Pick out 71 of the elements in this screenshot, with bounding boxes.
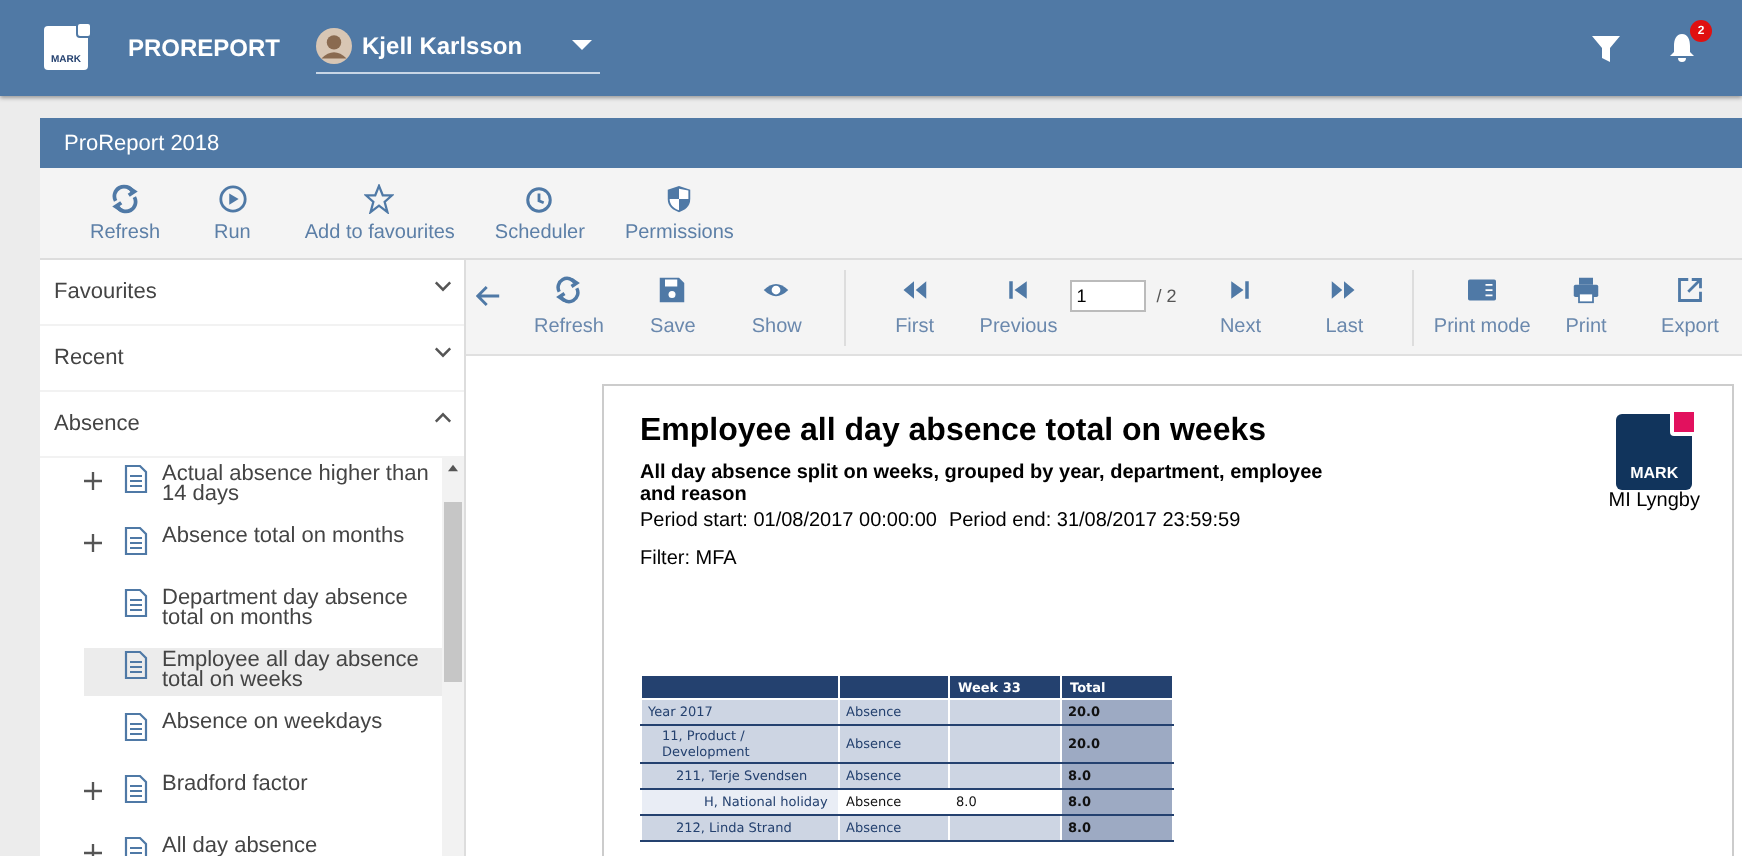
toolbar-button[interactable]: Show xyxy=(724,276,829,338)
period-end: Period end: 31/08/2017 23:59:59 xyxy=(948,510,1241,532)
toolbar-button[interactable]: Permissions xyxy=(610,183,748,243)
period-start: Period start: 01/08/2017 00:00:00 xyxy=(640,510,937,532)
accordion-header[interactable]: Favourites xyxy=(40,260,464,324)
toolbar-button[interactable]: Print mode xyxy=(1430,276,1535,338)
expand-icon[interactable] xyxy=(84,534,102,552)
play-icon xyxy=(217,183,248,213)
expand-icon[interactable] xyxy=(84,782,102,800)
report-item[interactable]: Bradford factor xyxy=(124,772,442,810)
report-item[interactable]: All day absence xyxy=(124,834,442,856)
skip-forward-icon xyxy=(1226,276,1255,304)
table-cell xyxy=(949,815,1061,841)
save-icon xyxy=(658,276,687,304)
toolbar-button[interactable]: Save xyxy=(620,276,725,338)
toolbar-button[interactable]: Run xyxy=(186,183,279,243)
toolbar-button[interactable]: Previous xyxy=(966,276,1071,338)
toolbar-button[interactable]: Add to favourites xyxy=(290,183,469,243)
page-total: / 2 xyxy=(1156,285,1177,305)
shield-icon xyxy=(664,183,695,213)
toolbar-button[interactable]: Refresh xyxy=(76,183,175,243)
document-icon xyxy=(124,650,148,680)
toolbar-button[interactable]: First xyxy=(862,276,967,338)
toolbar-button[interactable]: Next xyxy=(1188,276,1293,338)
report-item[interactable]: Employee all day absence total on weeks xyxy=(84,648,442,696)
toolbar-button[interactable]: Last xyxy=(1292,276,1397,338)
clock-icon xyxy=(524,183,555,213)
accordion-header[interactable]: Absence xyxy=(40,392,464,456)
panel-title: ProReport 2018 xyxy=(40,118,1742,168)
scroll-up-icon[interactable] xyxy=(448,464,458,472)
filter-icon[interactable] xyxy=(1590,32,1622,64)
app-name: PROREPORT xyxy=(128,34,281,62)
panel-icon xyxy=(1468,276,1497,304)
double-left-arrow-icon xyxy=(900,276,929,304)
accordion-header[interactable]: Recent xyxy=(40,326,464,390)
toolbar-button[interactable]: Print xyxy=(1534,276,1639,338)
export-icon xyxy=(1676,276,1704,304)
skip-back-icon xyxy=(1004,276,1033,304)
table-cell xyxy=(949,725,1061,763)
refresh-icon xyxy=(110,183,140,213)
document-icon xyxy=(124,712,148,742)
double-right-arrow-icon xyxy=(1330,276,1359,304)
company-name: MI Lyngby xyxy=(1608,490,1700,512)
document-icon xyxy=(124,588,148,618)
toolbar-button[interactable]: Export xyxy=(1638,276,1742,338)
caret-icon xyxy=(572,40,593,50)
report-filter: Filter: MFA xyxy=(640,548,739,570)
report-item[interactable]: Absence on weekdays xyxy=(124,710,442,748)
page-input[interactable]: 1 xyxy=(1070,279,1147,311)
back-arrow-icon[interactable] xyxy=(476,283,501,307)
document-icon xyxy=(124,464,148,494)
report-item[interactable]: Actual absence higher than 14 days xyxy=(124,462,442,510)
report-item[interactable]: Absence total on months xyxy=(124,524,442,562)
star-icon xyxy=(364,183,395,213)
notifications-button[interactable] xyxy=(1666,32,1698,64)
document-icon xyxy=(124,774,148,804)
report-subtitle: All day absence split on weeks, grouped by year, department, employee and reason xyxy=(640,462,1325,506)
expand-icon[interactable] xyxy=(84,472,102,490)
toolbar-button[interactable]: Refresh xyxy=(517,276,621,338)
report-item[interactable]: Department day absence total on months xyxy=(124,586,442,634)
report-title: Employee all day absence total on weeks xyxy=(640,414,1269,450)
document-icon xyxy=(124,526,148,556)
refresh-icon xyxy=(554,276,583,304)
table-cell xyxy=(949,699,1061,725)
printer-icon xyxy=(1572,276,1601,304)
toolbar-button[interactable]: Scheduler xyxy=(480,183,599,243)
avatar-icon xyxy=(316,27,353,63)
mark-logo: MARK xyxy=(1616,414,1693,490)
table-cell xyxy=(949,763,1061,789)
scrollbar[interactable] xyxy=(442,458,464,856)
user-dropdown[interactable]: Kjell Karlsson xyxy=(316,23,601,73)
